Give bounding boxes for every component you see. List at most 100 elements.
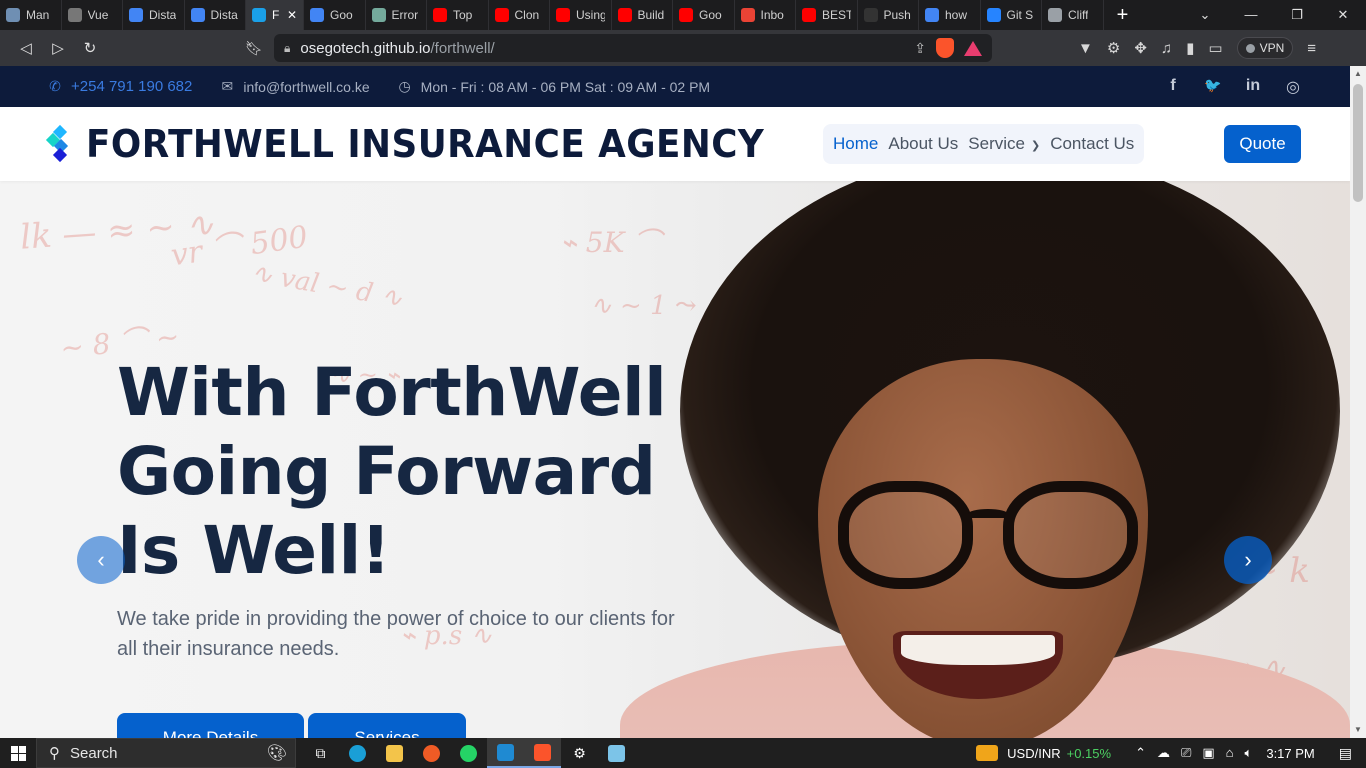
ticker-change[interactable]: +0.15%	[1067, 746, 1111, 761]
brave-wallet-icon[interactable]: ▼	[1078, 40, 1093, 57]
scrollbar-thumb[interactable]	[1353, 84, 1363, 202]
phone-item[interactable]: ✆ +254 791 190 682	[48, 78, 192, 95]
browser-tab[interactable]: F ✕	[246, 0, 304, 30]
forward-icon[interactable]: ▷	[42, 39, 74, 57]
browser-tab[interactable]: Top	[427, 0, 489, 30]
browser-tab[interactable]: Goo	[673, 0, 735, 30]
browser-tab[interactable]: Build	[612, 0, 673, 30]
browser-tab[interactable]: Using	[550, 0, 612, 30]
vscode-icon[interactable]	[487, 738, 524, 768]
vpn-button[interactable]: VPN	[1236, 37, 1294, 59]
settings-icon[interactable]: ⚙	[561, 738, 598, 768]
edge-icon[interactable]	[339, 738, 376, 768]
page-scrollbar[interactable]: ▲ ▼	[1350, 66, 1366, 738]
browser-tab-label: Build	[637, 8, 665, 22]
scroll-down-icon[interactable]: ▼	[1350, 722, 1366, 738]
brave-rewards-icon[interactable]	[964, 40, 982, 56]
taskbar-clock[interactable]: 3:17 PM	[1266, 746, 1314, 761]
browser-tab-label: Goo	[330, 8, 353, 22]
services-button[interactable]: Services	[308, 713, 466, 738]
browser-tab[interactable]: how	[919, 0, 981, 30]
system-tray: USD/INR +0.15% ⌃ ☁ ⎚ ▣ ⌂ 🔈︎ 3:17 PM ▤	[976, 738, 1366, 768]
ticker-pair[interactable]: USD/INR	[1007, 746, 1060, 761]
google-icon	[190, 8, 205, 22]
globe-icon	[1048, 8, 1062, 22]
stocks-widget-icon[interactable]	[976, 745, 999, 761]
browser-tab[interactable]: Inbo	[735, 0, 796, 30]
extensions-puzzle-icon[interactable]: ✥	[1134, 39, 1147, 57]
browser-tab[interactable]: Goo	[304, 0, 366, 30]
sidebar-icon[interactable]: ▮	[1186, 39, 1194, 57]
volume-icon[interactable]: 🔈︎	[1245, 745, 1253, 761]
bookmark-icon[interactable]: 🔖︎	[242, 40, 266, 57]
taskbar-search-box[interactable]: ⚲ Search 🎨︎	[36, 738, 296, 768]
quote-button[interactable]: Quote	[1224, 125, 1301, 163]
tab-search-icon[interactable]: ⌄	[1182, 0, 1228, 30]
facebook-icon[interactable]: f	[1164, 77, 1182, 97]
lock-icon[interactable]: 🔒︎	[284, 41, 290, 56]
new-tab-button[interactable]: +	[1104, 0, 1142, 30]
browser-tab-label: Dista	[210, 8, 238, 22]
linkedin-icon[interactable]: in	[1244, 77, 1262, 97]
onedrive-icon[interactable]: ☁	[1157, 745, 1170, 761]
browser-tab[interactable]: Push	[858, 0, 919, 30]
notepad-icon[interactable]	[598, 738, 635, 768]
chevron-up-icon[interactable]: ⌃	[1135, 745, 1146, 761]
carousel-next-button[interactable]: ›	[1224, 536, 1272, 584]
phone-icon: ✆	[49, 78, 61, 94]
browser-tab-label: Top	[453, 8, 473, 22]
minimize-icon[interactable]: —	[1228, 0, 1274, 30]
nav-about[interactable]: About Us	[888, 134, 958, 154]
email-address[interactable]: info@forthwell.co.ke	[243, 79, 369, 95]
whatsapp-icon[interactable]	[450, 738, 487, 768]
nav-menu: Home About Us Service ❯ Contact Us	[823, 124, 1145, 164]
reload-icon[interactable]: ↻	[74, 39, 106, 57]
browser-tab[interactable]: Dista	[123, 0, 185, 30]
figure-icon	[6, 8, 20, 22]
carousel-prev-button[interactable]: ‹	[77, 536, 125, 584]
wallet-icon[interactable]: ▭	[1208, 39, 1222, 57]
postman-icon[interactable]	[413, 738, 450, 768]
twitter-icon[interactable]: 🐦	[1204, 77, 1222, 97]
browser-tab[interactable]: BEST	[796, 0, 858, 30]
google-icon	[310, 8, 324, 22]
scroll-up-icon[interactable]: ▲	[1350, 66, 1366, 82]
start-button[interactable]	[0, 738, 36, 768]
close-tab-icon[interactable]: ✕	[287, 8, 297, 22]
phone-number[interactable]: +254 791 190 682	[71, 78, 192, 95]
chatgpt-icon	[371, 8, 386, 22]
brand-name[interactable]: FORTHWELL INSURANCE AGENCY	[86, 122, 764, 166]
network-icon[interactable]: ⌂	[1226, 745, 1234, 761]
forthwell-logo-icon[interactable]	[45, 124, 72, 163]
browser-tab[interactable]: Man	[0, 0, 62, 30]
close-window-icon[interactable]: ✕	[1320, 0, 1366, 30]
settings-gear-icon[interactable]: ⚙	[1107, 39, 1120, 57]
nav-service[interactable]: Service ❯	[968, 134, 1040, 154]
brave-taskbar-icon[interactable]	[524, 738, 561, 768]
more-details-button[interactable]: More Details	[117, 713, 304, 738]
url-field[interactable]: 🔒︎ osegotech.github.io/forthwell/ ⇪	[274, 34, 992, 62]
browser-tab[interactable]: Cliff	[1042, 0, 1104, 30]
display-icon[interactable]: ▣	[1202, 745, 1214, 761]
menu-hamburger-icon[interactable]: ≡	[1307, 40, 1316, 57]
omnibox-actions: ⇪	[914, 38, 982, 58]
notifications-icon[interactable]: ▤	[1339, 745, 1352, 762]
task-view-icon[interactable]: ⧉	[302, 738, 339, 768]
browser-tab[interactable]: Error	[366, 0, 427, 30]
email-item[interactable]: ✉ info@forthwell.co.ke	[220, 78, 370, 95]
browser-tab[interactable]: Vue	[62, 0, 123, 30]
nav-contact[interactable]: Contact Us	[1050, 134, 1134, 154]
file-explorer-icon[interactable]	[376, 738, 413, 768]
media-music-icon[interactable]: ♫	[1161, 40, 1172, 57]
back-icon[interactable]: ◁	[10, 39, 42, 57]
meet-now-icon[interactable]: ⎚	[1181, 745, 1191, 761]
browser-tab[interactable]: Clon	[489, 0, 550, 30]
restore-icon[interactable]: ❐	[1274, 0, 1320, 30]
share-icon[interactable]: ⇪	[914, 40, 926, 57]
instagram-icon[interactable]: ◎	[1284, 77, 1302, 97]
browser-tab[interactable]: Dista	[185, 0, 246, 30]
page-viewport: ✆ +254 791 190 682 ✉ info@forthwell.co.k…	[0, 66, 1350, 738]
browser-tab[interactable]: Git S	[981, 0, 1042, 30]
brave-shields-icon[interactable]	[936, 38, 954, 58]
nav-home[interactable]: Home	[833, 134, 878, 154]
